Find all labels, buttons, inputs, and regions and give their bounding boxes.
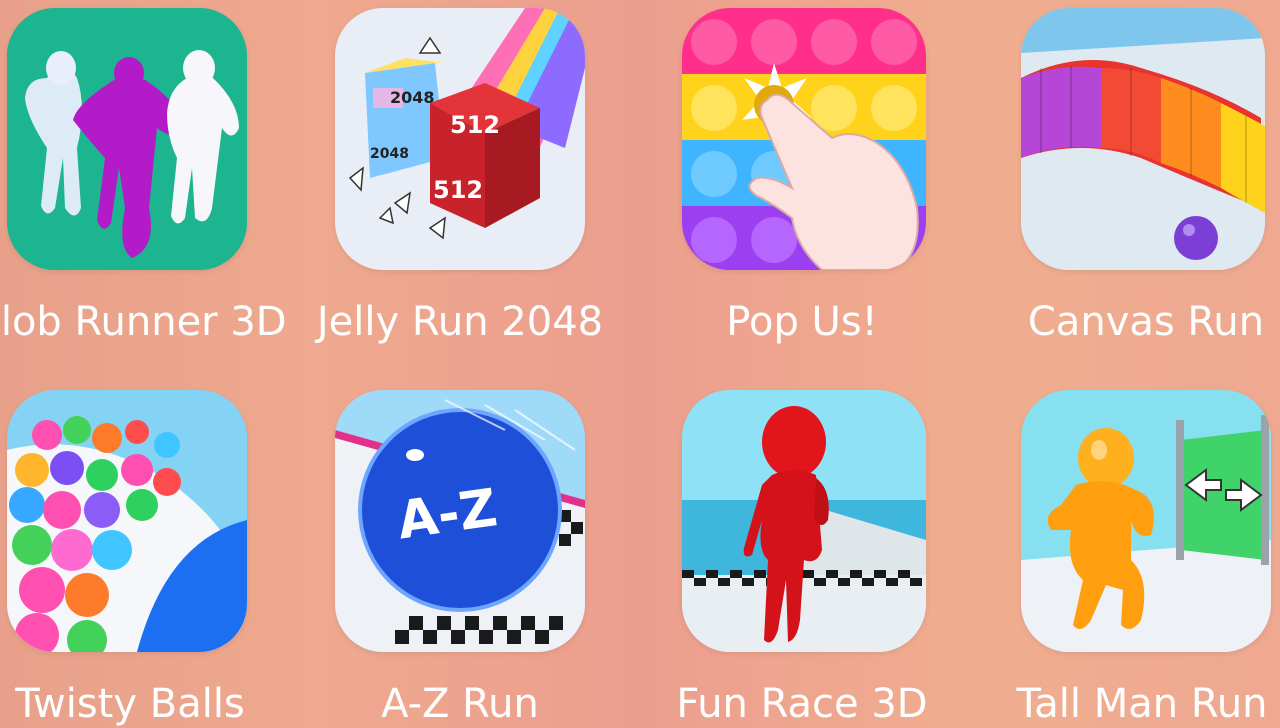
blob-runner-icon[interactable] bbox=[7, 8, 247, 270]
canvas-run-icon[interactable] bbox=[1021, 8, 1265, 270]
tall-man-run-icon[interactable] bbox=[1021, 390, 1271, 652]
cube-number: 512 bbox=[433, 176, 483, 204]
app-label: Blob Runner 3D bbox=[0, 299, 287, 345]
a-z-run-icon[interactable]: A-Z bbox=[335, 390, 585, 652]
app-label: Tall Man Run bbox=[1016, 681, 1268, 727]
app-label: Jelly Run 2048 bbox=[316, 299, 604, 345]
twisty-balls-icon[interactable] bbox=[7, 390, 247, 652]
cube-number: 512 bbox=[450, 111, 500, 139]
fun-race-icon[interactable] bbox=[682, 390, 926, 652]
app-label: Pop Us! bbox=[726, 299, 878, 345]
app-label: Canvas Run bbox=[1027, 299, 1265, 345]
app-label: A-Z Run bbox=[381, 681, 539, 727]
app-label: Twisty Balls bbox=[15, 681, 245, 727]
app-label: Fun Race 3D bbox=[676, 681, 928, 727]
cube-number: 2048 bbox=[390, 88, 435, 107]
pop-us-icon[interactable] bbox=[682, 8, 926, 270]
cube-number: 2048 bbox=[370, 146, 409, 162]
jelly-run-icon[interactable]: 2048 2048 512 512 bbox=[335, 8, 585, 270]
